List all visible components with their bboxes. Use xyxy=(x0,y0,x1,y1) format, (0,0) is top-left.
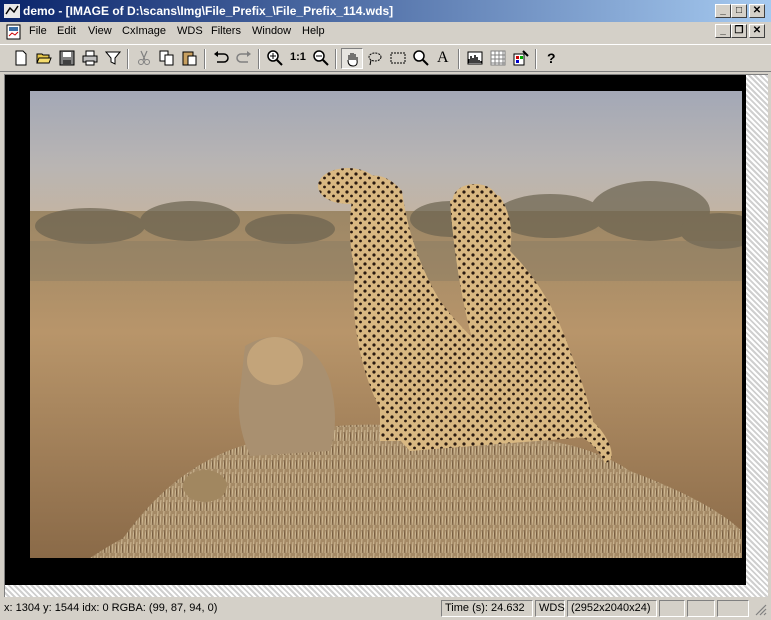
toolbar: 1:1 A ? xyxy=(0,44,771,72)
toolbar-separator xyxy=(127,49,129,69)
hand-tool-button[interactable] xyxy=(341,48,363,69)
menu-file[interactable]: File xyxy=(29,25,47,37)
histogram-icon xyxy=(467,51,483,65)
save-icon xyxy=(59,50,75,66)
open-button[interactable] xyxy=(33,48,55,69)
lasso-button[interactable] xyxy=(364,48,386,69)
save-button[interactable] xyxy=(56,48,78,69)
paste-icon xyxy=(182,51,197,66)
resize-grip-icon[interactable] xyxy=(755,604,767,616)
zoom-out-button[interactable] xyxy=(310,48,332,69)
copy-button[interactable] xyxy=(156,48,178,69)
title-bar: demo - [IMAGE of D:\scans\Img\File_Prefi… xyxy=(0,0,771,22)
redo-button[interactable] xyxy=(233,48,255,69)
actual-size-icon: 1:1 xyxy=(290,51,306,63)
cut-button[interactable] xyxy=(133,48,155,69)
canvas-border-hatch xyxy=(5,585,768,597)
toolbar-separator xyxy=(204,49,206,69)
filter-icon xyxy=(105,51,121,65)
magnifier-icon xyxy=(413,50,429,66)
menu-cximage[interactable]: CxImage xyxy=(122,25,166,37)
menu-edit[interactable]: Edit xyxy=(57,25,76,37)
rect-select-icon xyxy=(390,52,406,64)
status-pane-empty xyxy=(659,600,685,617)
new-button[interactable] xyxy=(10,48,32,69)
text-icon: A xyxy=(437,49,449,66)
new-icon xyxy=(15,50,27,66)
cut-icon xyxy=(138,50,150,65)
status-format: WDS xyxy=(535,600,565,617)
image-view[interactable] xyxy=(4,74,768,597)
toolbar-separator xyxy=(258,49,260,69)
histogram-button[interactable] xyxy=(464,48,486,69)
menu-help[interactable]: Help xyxy=(302,25,325,37)
palette-button[interactable] xyxy=(510,48,532,69)
minimize-button[interactable]: _ xyxy=(715,4,731,18)
redo-icon xyxy=(236,51,251,63)
menu-filters[interactable]: Filters xyxy=(211,25,241,37)
mdi-minimize-button[interactable]: _ xyxy=(715,24,731,38)
lasso-icon xyxy=(368,52,382,66)
status-dimensions: (2952x2040x24) xyxy=(567,600,657,617)
menu-view[interactable]: View xyxy=(88,25,112,37)
menu-wds[interactable]: WDS xyxy=(177,25,203,37)
canvas-border-hatch xyxy=(746,75,768,597)
undo-icon xyxy=(214,51,229,63)
status-bar: x: 1304 y: 1544 idx: 0 RGBA: (99, 87, 94… xyxy=(0,598,771,620)
mdi-close-button[interactable]: ✕ xyxy=(749,24,765,38)
help-button[interactable]: ? xyxy=(541,48,563,69)
menu-window[interactable]: Window xyxy=(252,25,291,37)
menu-bar: File Edit View CxImage WDS Filters Windo… xyxy=(0,22,771,42)
toolbar-separator xyxy=(458,49,460,69)
zoom-out-icon xyxy=(313,50,329,66)
document-icon[interactable] xyxy=(6,24,22,40)
filter-button[interactable] xyxy=(102,48,124,69)
hand-icon xyxy=(347,53,358,67)
text-tool-button[interactable]: A xyxy=(433,48,455,69)
copy-icon xyxy=(159,50,174,66)
toolbar-separator xyxy=(335,49,337,69)
grid-icon xyxy=(490,50,506,66)
zoom-in-icon xyxy=(267,50,283,66)
rect-select-button[interactable] xyxy=(387,48,409,69)
status-pane-empty xyxy=(687,600,715,617)
undo-button[interactable] xyxy=(210,48,232,69)
status-coords: x: 1304 y: 1544 idx: 0 RGBA: (99, 87, 94… xyxy=(4,602,218,614)
cheetah-photo xyxy=(30,91,742,558)
print-button[interactable] xyxy=(79,48,101,69)
open-icon xyxy=(36,53,52,64)
maximize-button[interactable]: □ xyxy=(731,4,747,18)
close-button[interactable]: ✕ xyxy=(749,4,765,18)
window-title: demo - [IMAGE of D:\scans\Img\File_Prefi… xyxy=(23,4,394,18)
magnifier-button[interactable] xyxy=(410,48,432,69)
actual-size-button[interactable]: 1:1 xyxy=(287,48,309,69)
app-icon xyxy=(4,4,20,18)
mdi-restore-button[interactable]: ❐ xyxy=(731,24,747,38)
status-time: Time (s): 24.632 xyxy=(441,600,533,617)
toolbar-separator xyxy=(535,49,537,69)
print-icon xyxy=(82,50,98,66)
grid-button[interactable] xyxy=(487,48,509,69)
zoom-in-button[interactable] xyxy=(264,48,286,69)
help-icon: ? xyxy=(547,50,556,66)
status-pane-empty xyxy=(717,600,749,617)
paste-button[interactable] xyxy=(179,48,201,69)
palette-icon xyxy=(513,50,529,66)
